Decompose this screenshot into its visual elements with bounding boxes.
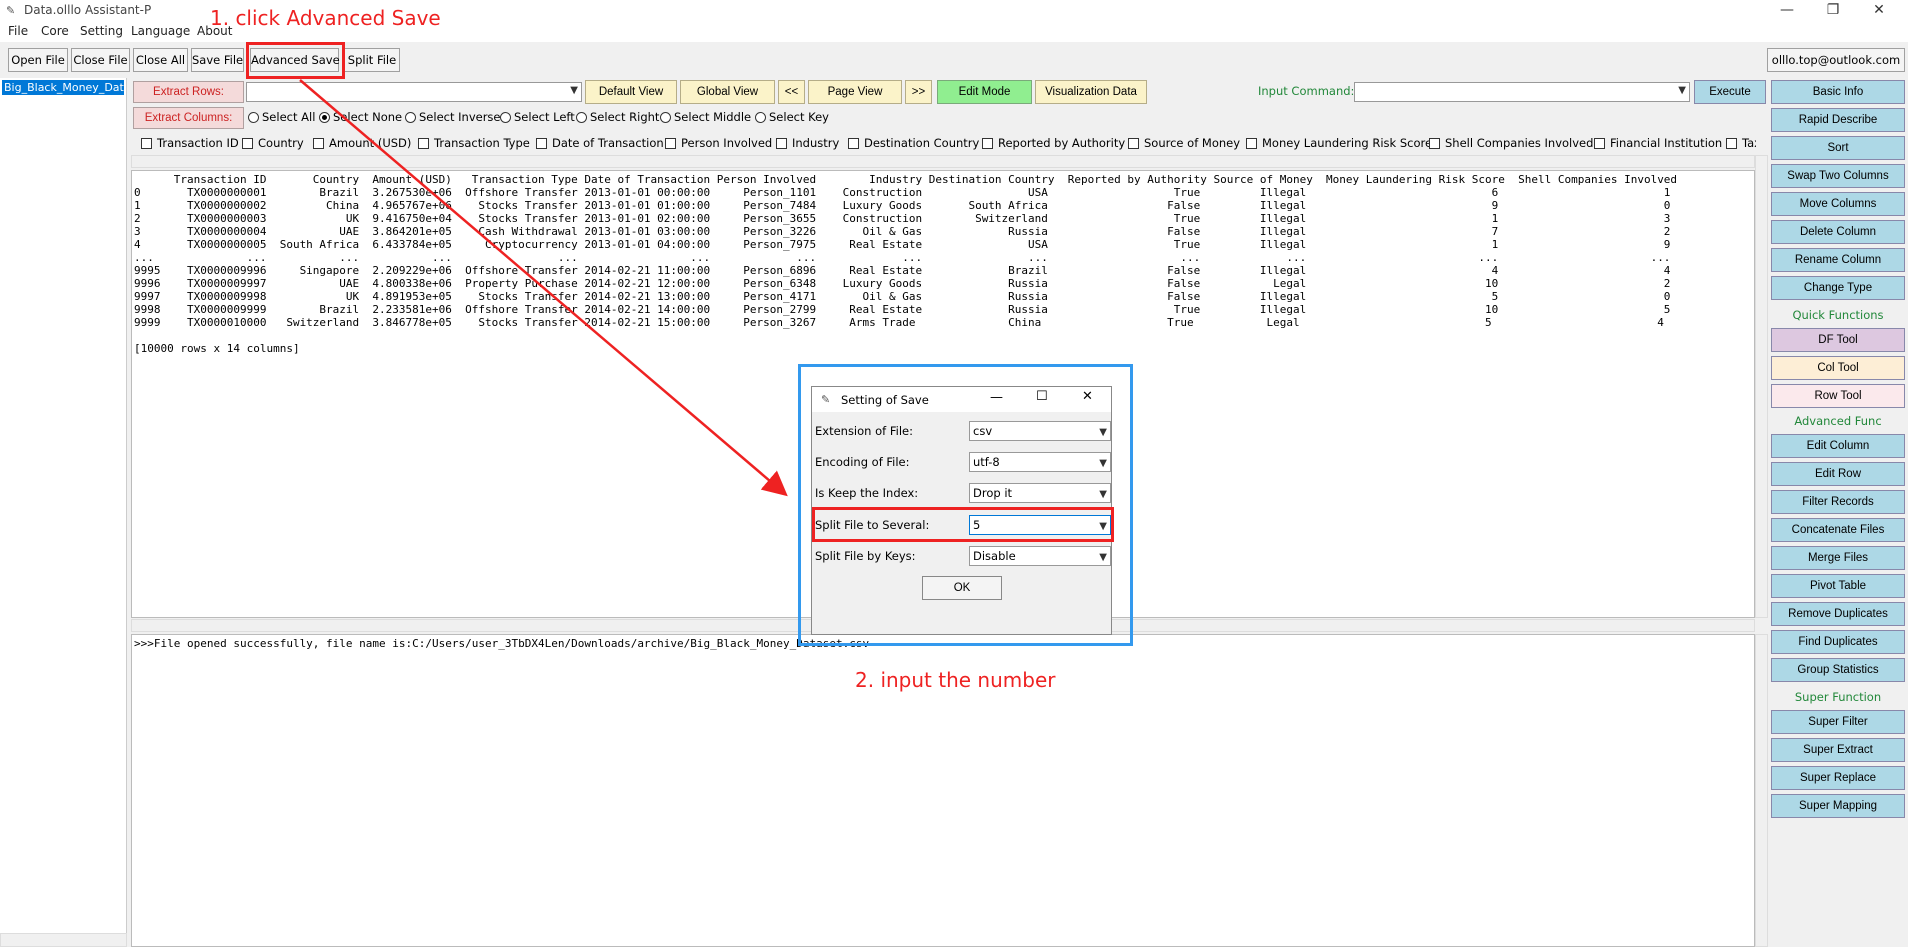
radio-select-all[interactable]: Select All [248, 110, 315, 124]
extract-columns-button[interactable]: Extract Columns: [133, 107, 244, 129]
feather-icon: ✎ [6, 4, 16, 17]
step2-annotation: 2. input the number [855, 668, 1056, 692]
col-checkbox-transaction-type[interactable]: Transaction Type [418, 136, 530, 150]
restore-icon[interactable]: ❐ [1810, 0, 1856, 22]
col-checkbox-industry[interactable]: Industry [776, 136, 839, 150]
file-list-panel [0, 78, 127, 947]
radio-select-left[interactable]: Select Left [500, 110, 575, 124]
edit-row-button[interactable]: Edit Row [1771, 462, 1905, 486]
global-view-button[interactable]: Global View [680, 80, 775, 104]
col-checkbox-tax[interactable]: Tax H [1726, 136, 1756, 150]
step1-annotation: 1. click Advanced Save [210, 6, 441, 30]
close-icon[interactable]: ✕ [1856, 0, 1902, 22]
default-view-button[interactable]: Default View [585, 80, 677, 104]
col-checkbox-risk-score[interactable]: Money Laundering Risk Score [1246, 136, 1432, 150]
split-input-highlight [812, 507, 1114, 542]
minimize-icon[interactable]: — [1764, 0, 1810, 22]
dialog-highlight-frame [798, 364, 1133, 646]
menu-setting[interactable]: Setting [80, 24, 123, 38]
window-title: Data.olllo Assistant-P [24, 3, 152, 17]
filter-records-button[interactable]: Filter Records [1771, 490, 1905, 514]
rename-column-button[interactable]: Rename Column [1771, 248, 1905, 272]
rapid-describe-button[interactable]: Rapid Describe [1771, 108, 1905, 132]
open-file-button[interactable]: Open File [8, 48, 68, 72]
split-file-button[interactable]: Split File [344, 48, 400, 72]
extract-rows-combo[interactable]: ▼ [246, 82, 582, 102]
col-checkbox-destination[interactable]: Destination Country [848, 136, 979, 150]
file-list-scrollbar[interactable] [0, 933, 127, 947]
input-command-label: Input Command: [1258, 84, 1355, 98]
menu-core[interactable]: Core [41, 24, 69, 38]
col-checkbox-country[interactable]: Country [242, 136, 304, 150]
row-tool-button[interactable]: Row Tool [1771, 384, 1905, 408]
advanced-func-heading: Advanced Func [1794, 414, 1882, 428]
col-checkbox-transaction-id[interactable]: Transaction ID [141, 136, 239, 150]
radio-select-key[interactable]: Select Key [755, 110, 829, 124]
prev-page-button[interactable]: << [778, 80, 805, 104]
log-vertical-scrollbar[interactable] [1755, 634, 1768, 947]
menu-language[interactable]: Language [131, 24, 190, 38]
col-checkbox-shell[interactable]: Shell Companies Involved [1429, 136, 1593, 150]
next-page-button[interactable]: >> [905, 80, 932, 104]
super-replace-button[interactable]: Super Replace [1771, 766, 1905, 790]
file-list-item[interactable]: Big_Black_Money_Data [2, 80, 124, 95]
advanced-save-highlight [246, 42, 345, 79]
edit-column-button[interactable]: Edit Column [1771, 434, 1905, 458]
col-checkbox-person[interactable]: Person Involved [665, 136, 772, 150]
menu-file[interactable]: File [8, 24, 28, 38]
col-checkbox-source[interactable]: Source of Money [1128, 136, 1240, 150]
super-function-heading: Super Function [1794, 690, 1882, 704]
execute-button[interactable]: Execute [1694, 80, 1766, 104]
extract-rows-button[interactable]: Extract Rows: [133, 81, 244, 103]
close-file-button[interactable]: Close File [71, 48, 130, 72]
basic-info-button[interactable]: Basic Info [1771, 80, 1905, 104]
super-filter-button[interactable]: Super Filter [1771, 710, 1905, 734]
quick-functions-heading: Quick Functions [1792, 308, 1884, 322]
edit-mode-button[interactable]: Edit Mode [937, 80, 1032, 104]
radio-select-middle[interactable]: Select Middle [660, 110, 751, 124]
radio-select-inverse[interactable]: Select Inverse [405, 110, 501, 124]
chevron-down-icon: ▼ [570, 85, 578, 96]
columns-scrollbar[interactable] [131, 155, 1755, 168]
find-duplicates-button[interactable]: Find Duplicates [1771, 630, 1905, 654]
col-checkbox-financial[interactable]: Financial Institution [1594, 136, 1722, 150]
move-columns-button[interactable]: Move Columns [1771, 192, 1905, 216]
close-all-button[interactable]: Close All [133, 48, 188, 72]
email-button[interactable]: olllo.top@outlook.com [1767, 48, 1905, 72]
data-vertical-scrollbar[interactable] [1755, 155, 1768, 618]
radio-select-none[interactable]: Select None [319, 110, 402, 124]
change-type-button[interactable]: Change Type [1771, 276, 1905, 300]
col-checkbox-amount[interactable]: Amount (USD) [313, 136, 411, 150]
delete-column-button[interactable]: Delete Column [1771, 220, 1905, 244]
data-text: Transaction ID Country Amount (USD) Tran… [134, 173, 1678, 355]
swap-two-columns-button[interactable]: Swap Two Columns [1771, 164, 1905, 188]
super-mapping-button[interactable]: Super Mapping [1771, 794, 1905, 818]
pivot-table-button[interactable]: Pivot Table [1771, 574, 1905, 598]
merge-files-button[interactable]: Merge Files [1771, 546, 1905, 570]
sort-button[interactable]: Sort [1771, 136, 1905, 160]
col-tool-button[interactable]: Col Tool [1771, 356, 1905, 380]
col-checkbox-date[interactable]: Date of Transaction [536, 136, 664, 150]
radio-select-right[interactable]: Select Right [576, 110, 659, 124]
col-checkbox-reported[interactable]: Reported by Authority [982, 136, 1125, 150]
df-tool-button[interactable]: DF Tool [1771, 328, 1905, 352]
group-statistics-button[interactable]: Group Statistics [1771, 658, 1905, 682]
concatenate-files-button[interactable]: Concatenate Files [1771, 518, 1905, 542]
super-extract-button[interactable]: Super Extract [1771, 738, 1905, 762]
chevron-down-icon: ▼ [1678, 85, 1686, 96]
input-command-combo[interactable]: ▼ [1354, 82, 1690, 102]
remove-duplicates-button[interactable]: Remove Duplicates [1771, 602, 1905, 626]
save-file-button[interactable]: Save File [191, 48, 244, 72]
visualization-data-button[interactable]: Visualization Data [1035, 80, 1147, 104]
page-view-button[interactable]: Page View [808, 80, 902, 104]
